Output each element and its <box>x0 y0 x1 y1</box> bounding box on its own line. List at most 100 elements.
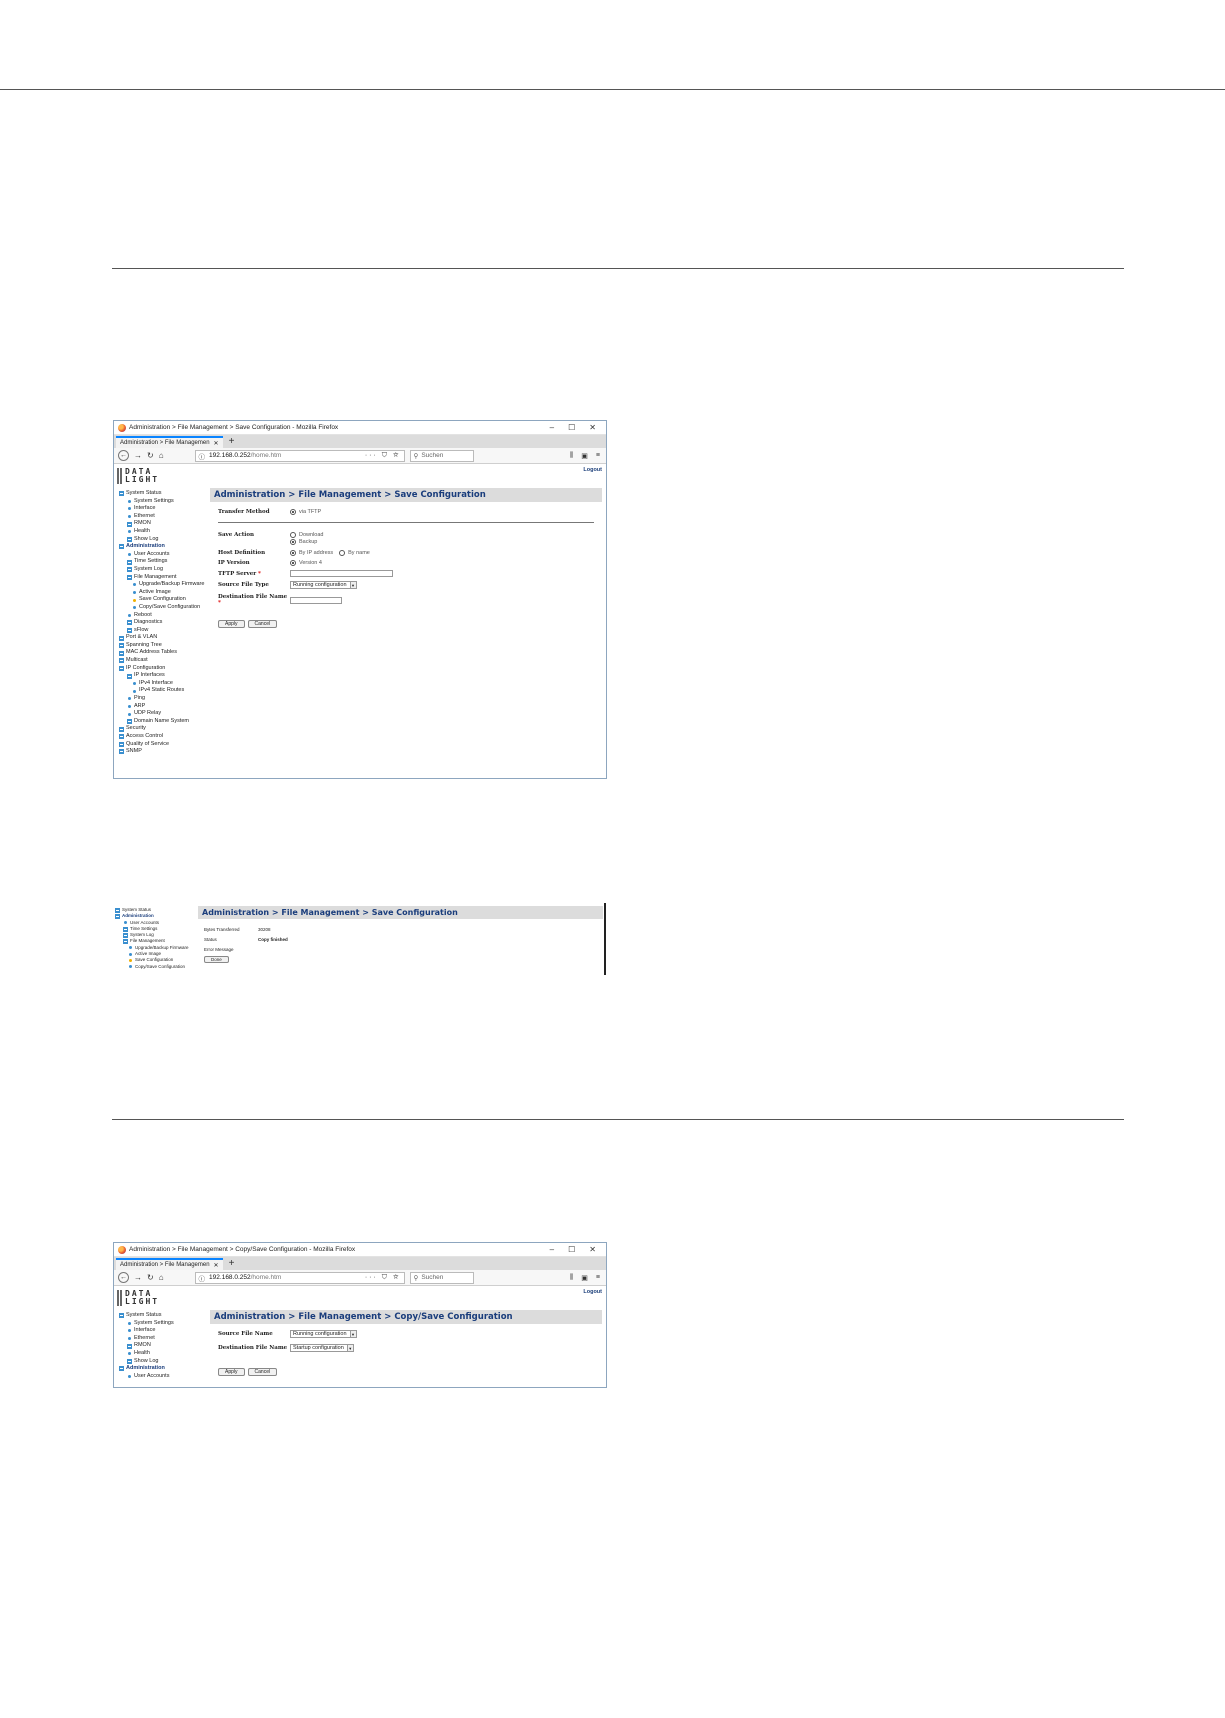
close-window-icon[interactable]: ✕ <box>589 423 596 432</box>
sidebar-item-access-control[interactable]: Access Control <box>119 733 204 741</box>
logout-link[interactable]: Logout <box>583 1289 602 1295</box>
sidebar-item-file-management[interactable]: File Management <box>119 574 204 582</box>
source-file-name-select[interactable]: Running configuration ▾ <box>290 1330 357 1338</box>
sidebar-toggle-icon[interactable]: ▣ <box>581 452 588 460</box>
search-box[interactable]: ⚲ Suchen <box>409 1271 474 1284</box>
page-actions-icon[interactable]: ··· ⛉ ☆ <box>365 452 401 460</box>
source-file-type-select[interactable]: Running configuration ▾ <box>290 581 357 589</box>
sidebar-item-ipv4-static-routes[interactable]: IPv4 Static Routes <box>119 687 204 695</box>
version4-radio[interactable] <box>290 560 296 566</box>
close-tab-icon[interactable]: ✕ <box>214 1262 219 1269</box>
sidebar-item-snmp[interactable]: SNMP <box>119 748 204 756</box>
reload-icon[interactable]: ↻ <box>147 1273 154 1282</box>
sidebar-item-health[interactable]: Health <box>119 528 204 536</box>
sidebar-item-active-image[interactable]: Active Image <box>119 589 204 597</box>
minimize-icon[interactable]: – <box>550 423 554 432</box>
by-name-radio[interactable] <box>339 550 346 556</box>
browser-tab[interactable]: Administration > File Managemen ✕ <box>116 436 223 448</box>
cancel-button[interactable]: Cancel <box>247 620 278 628</box>
sidebar-item-ip-interfaces[interactable]: IP Interfaces <box>119 672 204 680</box>
info-icon[interactable]: ⓘ <box>199 451 206 461</box>
sidebar-item-system-settings[interactable]: System Settings <box>119 1320 174 1328</box>
url-bar[interactable]: ⓘ 192.168.0.252 /home.htm ··· ⛉ ☆ <box>194 1271 405 1284</box>
sidebar-item-ethernet[interactable]: Ethernet <box>119 1335 174 1343</box>
search-box[interactable]: ⚲ Suchen <box>409 449 474 462</box>
sidebar-item-security[interactable]: Security <box>119 725 204 733</box>
library-icon[interactable]: ⫼ <box>570 452 573 460</box>
sidebar-item-show-log[interactable]: Show Log <box>119 536 204 544</box>
sidebar-item-save-configuration[interactable]: Save Configuration <box>119 596 204 604</box>
sidebar-item-spanning-tree[interactable]: Spanning Tree <box>119 642 204 650</box>
maximize-icon[interactable]: ☐ <box>568 423 575 432</box>
datalight-logo: DATA LIGHT <box>117 468 159 484</box>
forward-icon[interactable]: → <box>134 451 142 460</box>
browser-tab[interactable]: Administration > File Managemen ✕ <box>116 1258 223 1270</box>
sidebar-item-copy-save-configuration[interactable]: Copy/Save Configuration <box>115 964 189 970</box>
sidebar-item-ip-configuration[interactable]: IP Configuration <box>119 665 204 673</box>
minimize-icon[interactable]: – <box>550 1245 554 1254</box>
sidebar-item-arp[interactable]: ARP <box>119 703 204 711</box>
sidebar-toggle-icon[interactable]: ▣ <box>581 1274 588 1282</box>
sidebar-item-mac-address-tables[interactable]: MAC Address Tables <box>119 649 204 657</box>
sidebar-item-quality-of-service[interactable]: Quality of Service <box>119 741 204 749</box>
sidebar-item-reboot[interactable]: Reboot <box>119 612 204 620</box>
maximize-icon[interactable]: ☐ <box>568 1245 575 1254</box>
destination-file-name-select[interactable]: Startup configuration ▾ <box>290 1344 354 1352</box>
sidebar-item-label: Domain Name System <box>134 717 190 724</box>
apply-button[interactable]: Apply <box>218 620 245 628</box>
sidebar-item-upgrade-backup-firmware[interactable]: Upgrade/Backup Firmware <box>119 581 204 589</box>
reload-icon[interactable]: ↻ <box>147 451 154 460</box>
via-tftp-radio[interactable] <box>290 509 296 515</box>
home-icon[interactable]: ⌂ <box>159 1273 164 1282</box>
destination-file-name-input[interactable] <box>290 596 342 604</box>
sidebar-item-rmon[interactable]: RMON <box>119 1342 174 1350</box>
sidebar-item-user-accounts[interactable]: User Accounts <box>119 1373 174 1381</box>
sidebar-item-port-vlan[interactable]: Port & VLAN <box>119 634 204 642</box>
sidebar-item-rmon[interactable]: RMON <box>119 520 204 528</box>
sidebar-item-udp-relay[interactable]: UDP Relay <box>119 710 204 718</box>
done-button[interactable]: Done <box>204 956 229 963</box>
back-icon[interactable]: ← <box>118 450 129 461</box>
backup-radio[interactable] <box>290 539 296 545</box>
new-tab-icon[interactable]: + <box>223 436 241 448</box>
tftp-server-input[interactable] <box>290 570 393 577</box>
menu-icon[interactable]: ≡ <box>596 452 600 460</box>
page-actions-icon[interactable]: ··· ⛉ ☆ <box>365 1274 401 1282</box>
download-radio[interactable] <box>290 532 296 538</box>
sidebar-item-sflow[interactable]: sFlow <box>119 627 204 635</box>
close-tab-icon[interactable]: ✕ <box>214 440 219 447</box>
sidebar-item-show-log[interactable]: Show Log <box>119 1358 174 1366</box>
home-icon[interactable]: ⌂ <box>159 451 164 460</box>
back-icon[interactable]: ← <box>118 1272 129 1283</box>
bullet-icon <box>124 921 127 925</box>
by-ip-radio[interactable] <box>290 550 296 556</box>
sidebar-item-ipv4-interface[interactable]: IPv4 Interface <box>119 680 204 688</box>
logout-link[interactable]: Logout <box>583 467 602 473</box>
sidebar-item-interface[interactable]: Interface <box>119 505 204 513</box>
new-tab-icon[interactable]: + <box>223 1258 241 1270</box>
sidebar-item-administration[interactable]: Administration <box>119 543 204 551</box>
sidebar-item-multicast[interactable]: Multicast <box>119 657 204 665</box>
library-icon[interactable]: ⫼ <box>570 1274 573 1282</box>
sidebar-item-interface[interactable]: Interface <box>119 1327 174 1335</box>
apply-button[interactable]: Apply <box>218 1368 245 1376</box>
info-icon[interactable]: ⓘ <box>199 1273 206 1283</box>
sidebar-item-domain-name-system[interactable]: Domain Name System <box>119 718 204 726</box>
sidebar-item-system-status[interactable]: System Status <box>119 490 204 498</box>
sidebar-item-health[interactable]: Health <box>119 1350 174 1358</box>
sidebar-item-ping[interactable]: Ping <box>119 695 204 703</box>
forward-icon[interactable]: → <box>134 1273 142 1282</box>
sidebar-item-user-accounts[interactable]: User Accounts <box>119 551 204 559</box>
sidebar-item-copy-save-configuration[interactable]: Copy/Save Configuration <box>119 604 204 612</box>
close-window-icon[interactable]: ✕ <box>589 1245 596 1254</box>
sidebar-item-system-settings[interactable]: System Settings <box>119 498 204 506</box>
url-bar[interactable]: ⓘ 192.168.0.252 /home.htm ··· ⛉ ☆ <box>194 449 405 462</box>
cancel-button[interactable]: Cancel <box>247 1368 278 1376</box>
sidebar-item-diagnostics[interactable]: Diagnostics <box>119 619 204 627</box>
sidebar-item-system-log[interactable]: System Log <box>119 566 204 574</box>
sidebar-item-administration[interactable]: Administration <box>119 1365 174 1373</box>
sidebar-item-system-status[interactable]: System Status <box>119 1312 174 1320</box>
sidebar-item-ethernet[interactable]: Ethernet <box>119 513 204 521</box>
sidebar-item-time-settings[interactable]: Time Settings <box>119 558 204 566</box>
menu-icon[interactable]: ≡ <box>596 1274 600 1282</box>
